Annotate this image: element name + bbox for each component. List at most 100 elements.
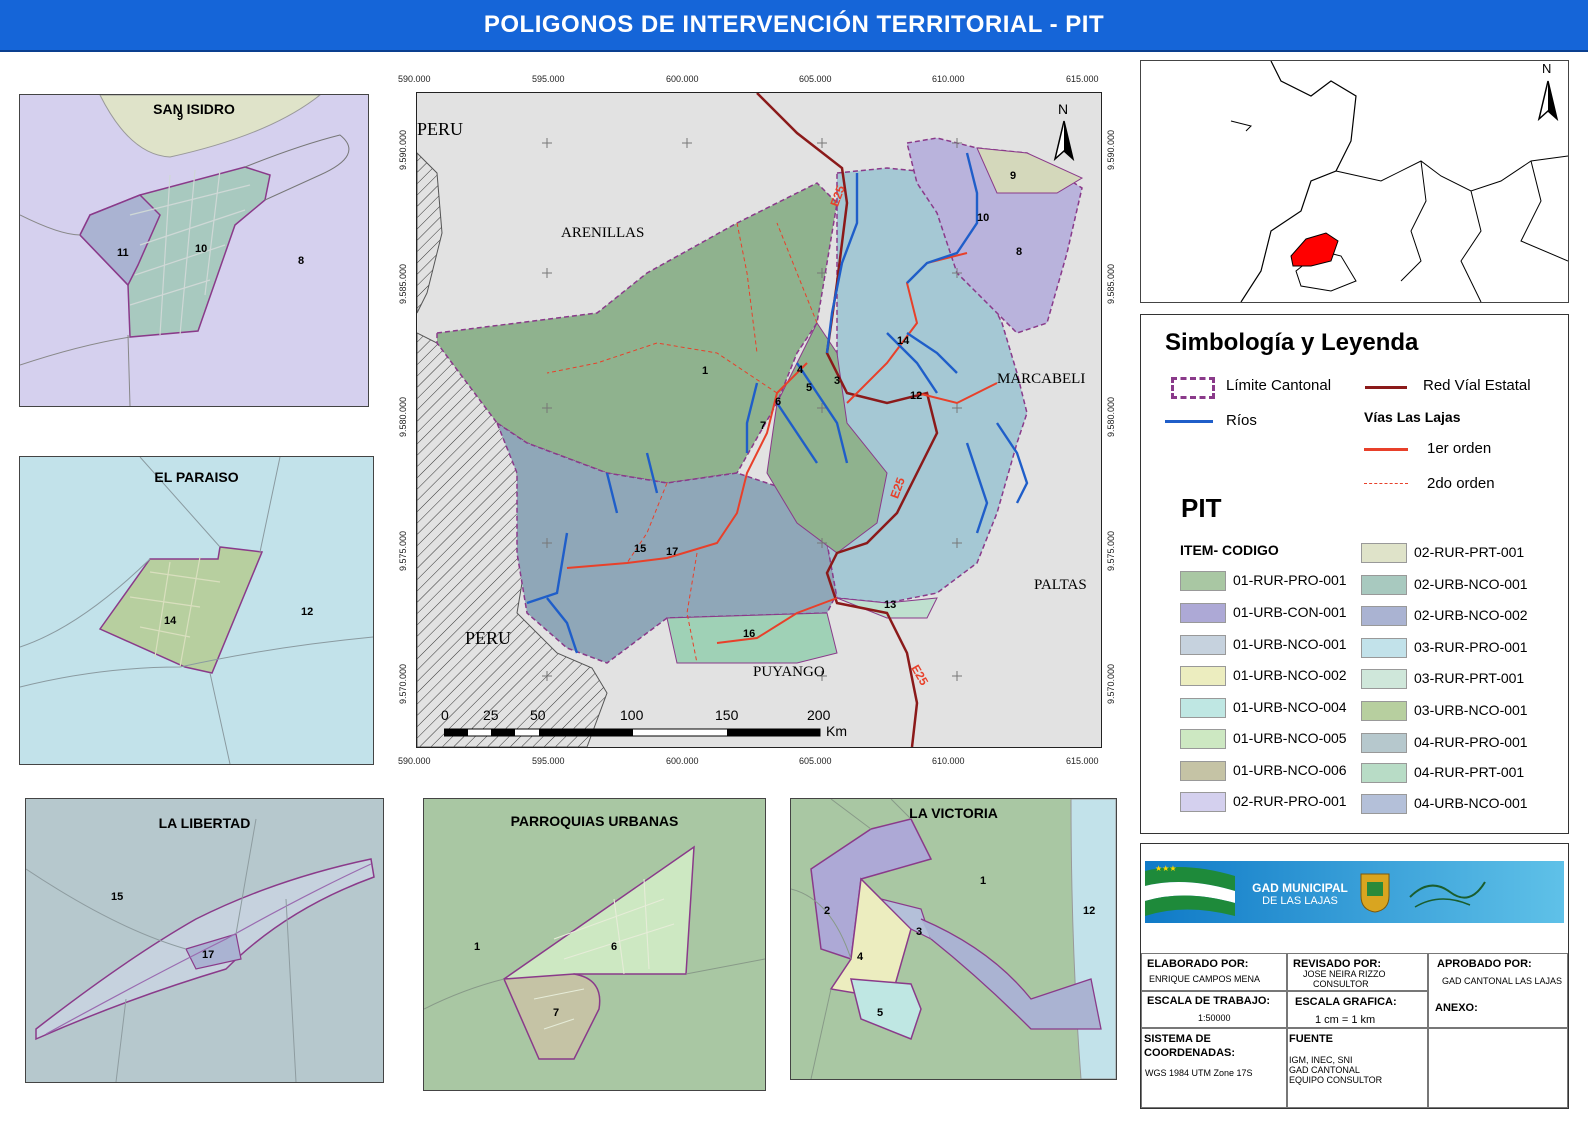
legend-swatch — [1361, 763, 1407, 783]
elaborado-label: ELABORADO POR: — [1147, 958, 1249, 970]
scale-tick: 100 — [620, 707, 644, 723]
x-coord-top: 590.000 — [398, 74, 431, 84]
scale-tick: 0 — [441, 707, 449, 723]
orden1-symbol — [1364, 448, 1408, 451]
legend-orden1: 1er orden — [1427, 440, 1492, 457]
scale-tick: 25 — [483, 707, 499, 723]
polygon-label: 4 — [797, 364, 804, 376]
la-victoria-map — [791, 799, 1116, 1079]
legend-item-label: 02-RUR-PRO-001 — [1233, 793, 1347, 809]
legend-item-label: 01-URB-NCO-001 — [1233, 636, 1347, 652]
orden2-symbol — [1364, 483, 1408, 484]
y-coord-left: 9.580.000 — [398, 396, 408, 437]
fuente-value: IGM, INEC, SNI — [1289, 1055, 1353, 1065]
svg-text:★★★: ★★★ — [1155, 864, 1177, 873]
polygon-label: 12 — [301, 606, 314, 618]
polygon-label: 9 — [1010, 170, 1017, 182]
polygon-label: 12 — [1083, 905, 1096, 917]
legend-swatch — [1361, 794, 1407, 814]
legend-swatch — [1180, 698, 1226, 718]
main-map-svg — [417, 93, 1084, 747]
y-coord-right: 9.570.000 — [1106, 663, 1116, 704]
legend-swatch — [1361, 543, 1407, 563]
vias-title: Vías Las Lajas — [1364, 409, 1461, 425]
scale-unit: Km — [826, 723, 847, 739]
polygon-label: 17 — [666, 546, 679, 558]
legend-swatch — [1180, 571, 1226, 591]
inset-title-la-libertad: LA LIBERTAD — [158, 815, 251, 831]
item-codigo-header: ITEM- CODIGO — [1180, 542, 1279, 558]
x-coord-top: 595.000 — [532, 74, 565, 84]
map-title: POLIGONOS DE INTERVENCIÓN TERRITORIAL - … — [0, 0, 1588, 52]
polygon-label: 2 — [824, 905, 831, 917]
legend-item-label: 02-URB-NCO-002 — [1414, 607, 1528, 623]
limite-cantonal-symbol — [1171, 377, 1215, 399]
polygon-label: 14 — [897, 335, 910, 347]
info-panel: ★★★ GAD MUNICIPAL DE LAS LAJAS ELABORADO… — [1140, 843, 1569, 1109]
x-coord-bottom: 600.000 — [666, 756, 699, 766]
slogan-script-logo — [1409, 881, 1486, 908]
legend-item-label: 04-RUR-PRO-001 — [1414, 734, 1528, 750]
legend-swatch — [1180, 761, 1226, 781]
inset-la-victoria: LA VICTORIA 1 12 2 3 4 5 — [790, 798, 1117, 1080]
legend-swatch — [1180, 603, 1226, 623]
polygon-label: 3 — [916, 926, 923, 938]
sistema-label: SISTEMA DE — [1144, 1033, 1211, 1045]
rios-symbol — [1165, 420, 1213, 423]
locator-map-svg — [1230, 61, 1568, 302]
legend-swatch — [1361, 733, 1407, 753]
polygon-label: 16 — [743, 628, 756, 640]
revisado-value: CONSULTOR — [1313, 979, 1369, 989]
main-map: N PERU ARENILLAS MARCABELI PALTAS PERU P… — [416, 92, 1102, 748]
legend-item-label: 01-URB-NCO-002 — [1233, 667, 1347, 683]
aprobado-label: APROBADO POR: — [1437, 958, 1532, 970]
inset-la-libertad: LA LIBERTAD 15 17 — [25, 798, 384, 1083]
polygon-label: 7 — [760, 420, 767, 432]
sistema-label: COORDENADAS: — [1144, 1047, 1236, 1059]
north-label: N — [1058, 101, 1069, 117]
fuente-label: FUENTE — [1289, 1033, 1333, 1045]
el-paraiso-map — [20, 457, 373, 764]
x-coord-bottom: 590.000 — [398, 756, 431, 766]
polygon-label: 7 — [553, 1007, 560, 1019]
polygon-label: 1 — [702, 365, 709, 377]
escala-grafica-value: 1 cm = 1 km — [1315, 1014, 1376, 1026]
legend-swatch — [1361, 701, 1407, 721]
polygon-label: 8 — [1016, 246, 1023, 258]
legend-swatch — [1180, 792, 1226, 812]
polygon-label: 12 — [910, 390, 923, 402]
polygon-label: 8 — [298, 255, 305, 267]
polygon-label: 6 — [775, 396, 782, 408]
legend-item-label: 01-URB-CON-001 — [1233, 604, 1347, 620]
san-isidro-map — [20, 95, 350, 406]
legend-item-label: 04-URB-NCO-001 — [1414, 795, 1528, 811]
place-label-arenillas: ARENILLAS — [561, 225, 645, 241]
place-label-peru: PERU — [417, 119, 464, 139]
locator-map: N — [1140, 60, 1569, 303]
y-coord-right: 9.585.000 — [1106, 263, 1116, 304]
polygon-label: 15 — [111, 891, 124, 903]
north-label: N — [1542, 61, 1552, 76]
x-coord-top: 600.000 — [666, 74, 699, 84]
polygon-label: 4 — [857, 951, 864, 963]
legend-swatch — [1361, 669, 1407, 689]
legend-swatch — [1180, 729, 1226, 749]
escala-grafica-label: ESCALA GRAFICA: — [1295, 996, 1397, 1008]
inset-san-isidro: SAN ISIDRO 9 11 10 8 — [19, 94, 369, 407]
legend-item-label: 02-URB-NCO-001 — [1414, 576, 1528, 592]
inset-title-la-victoria: LA VICTORIA — [909, 805, 998, 821]
legend-swatch — [1180, 666, 1226, 686]
aprobado-value: GAD CANTONAL LAS LAJAS — [1442, 976, 1563, 986]
x-coord-bottom: 595.000 — [532, 756, 565, 766]
polygon-label: 10 — [977, 212, 990, 224]
polygon-label: 10 — [195, 243, 208, 255]
elaborado-value: ENRIQUE CAMPOS MENA — [1149, 974, 1261, 984]
x-coord-bottom: 605.000 — [799, 756, 832, 766]
y-coord-left: 9.585.000 — [398, 263, 408, 304]
legend-item-label: 04-RUR-PRT-001 — [1414, 764, 1525, 780]
polygon-label: 3 — [834, 375, 841, 387]
banner-line2: DE LAS LAJAS — [1262, 895, 1338, 907]
fuente-value: GAD CANTONAL — [1289, 1065, 1360, 1075]
legend-item-label: 03-RUR-PRO-001 — [1414, 639, 1528, 655]
polygon-label: 13 — [884, 599, 897, 611]
